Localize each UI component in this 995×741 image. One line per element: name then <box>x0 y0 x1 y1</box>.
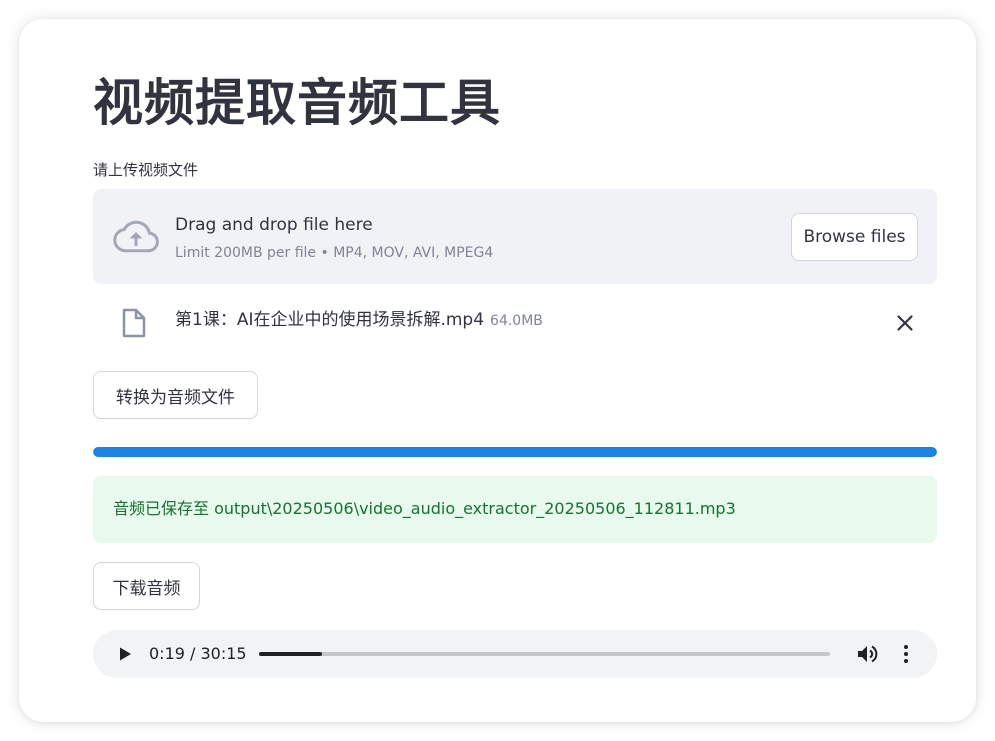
uploaded-file-name: 第1课：AI在企业中的使用场景拆解.mp4 64.0MB <box>175 308 543 333</box>
play-icon[interactable] <box>117 646 133 662</box>
upload-label: 请上传视频文件 <box>93 161 199 179</box>
volume-icon[interactable] <box>857 644 879 664</box>
file-icon <box>122 308 146 338</box>
uploaded-file-row: 第1课：AI在企业中的使用场景拆解.mp4 64.0MB <box>93 297 937 347</box>
success-alert: 音频已保存至 output\20250506\video_audio_extra… <box>93 476 937 543</box>
audio-player[interactable]: 0:19 / 30:15 <box>93 630 937 678</box>
dropzone-limit-text: Limit 200MB per file • MP4, MOV, AVI, MP… <box>175 245 494 261</box>
success-message: 音频已保存至 output\20250506\video_audio_extra… <box>113 499 736 518</box>
browse-files-button[interactable]: Browse files <box>791 213 918 261</box>
page-title: 视频提取音频工具 <box>93 74 501 132</box>
seek-bar[interactable] <box>259 652 830 656</box>
file-name-text: 第1课：AI在企业中的使用场景拆解.mp4 <box>175 310 485 330</box>
seek-bar-progress <box>259 652 322 656</box>
progress-bar-fill <box>93 447 937 457</box>
cloud-upload-icon <box>113 220 159 253</box>
convert-to-audio-button[interactable]: 转换为音频文件 <box>93 371 258 419</box>
close-icon[interactable] <box>893 311 917 335</box>
file-dropzone[interactable]: Drag and drop file here Limit 200MB per … <box>93 189 937 284</box>
more-vertical-icon[interactable] <box>899 644 913 664</box>
file-size: 64.0MB <box>490 313 543 329</box>
main-container: 视频提取音频工具 请上传视频文件 Drag and drop file here… <box>19 19 976 722</box>
playback-time: 0:19 / 30:15 <box>149 644 247 663</box>
download-audio-button[interactable]: 下载音频 <box>93 562 200 610</box>
progress-bar <box>93 447 937 457</box>
dropzone-instructions: Drag and drop file here <box>175 215 373 235</box>
